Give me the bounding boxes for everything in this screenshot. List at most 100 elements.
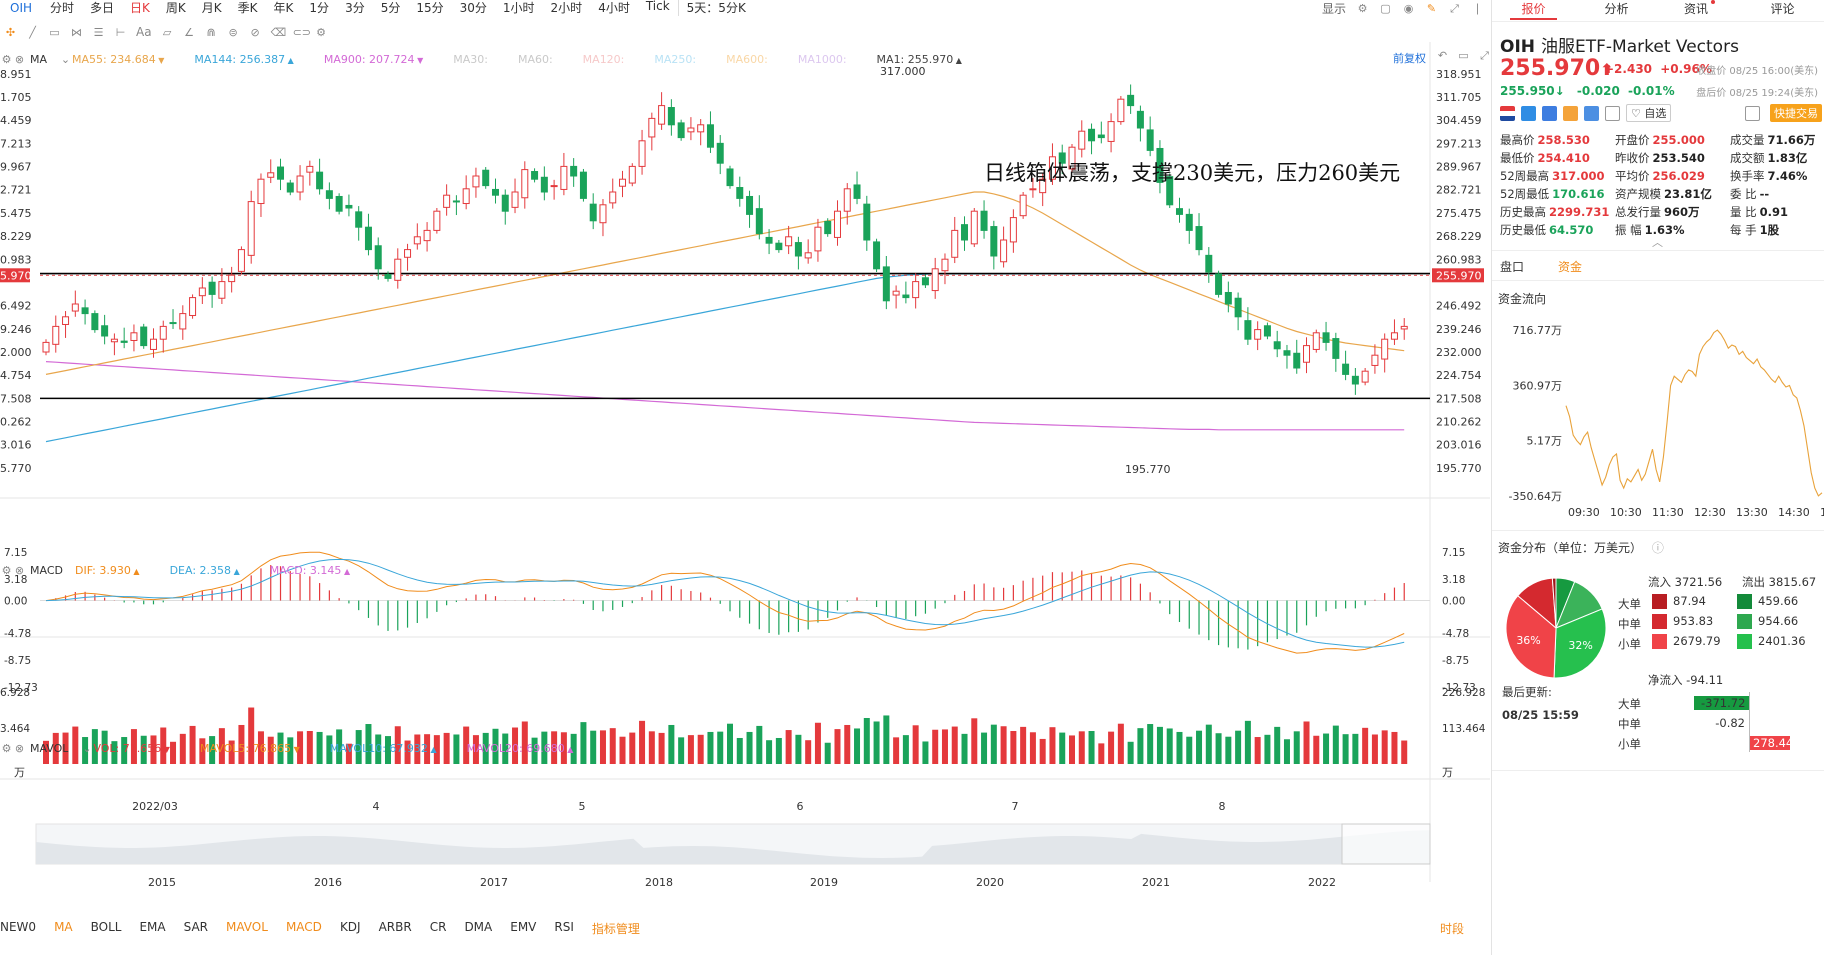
indicator-tab[interactable]: SAR bbox=[184, 920, 208, 937]
delete-icon[interactable]: ⌫ bbox=[271, 26, 287, 39]
vol-indicator-name[interactable]: MAVOL bbox=[30, 742, 68, 755]
period-tab[interactable]: 5天：5分K bbox=[677, 0, 754, 16]
legend-close-icon[interactable]: ⊗ bbox=[13, 53, 26, 66]
us-flag-icon[interactable] bbox=[1500, 105, 1515, 121]
indicator-tab[interactable]: 指标管理 bbox=[592, 920, 640, 937]
camera-icon[interactable]: ◉ bbox=[1402, 2, 1415, 15]
period-tab[interactable]: 4小时 bbox=[590, 0, 638, 16]
time-range-button[interactable]: 时段 bbox=[1440, 920, 1464, 937]
panel-tab[interactable]: 资讯 bbox=[1658, 0, 1741, 16]
rect-tool-icon[interactable]: ▭ bbox=[48, 26, 61, 39]
volume-bar bbox=[1381, 730, 1388, 764]
quick-trade-button[interactable]: 快捷交易 bbox=[1770, 104, 1822, 122]
display-dropdown[interactable]: 显示 bbox=[1322, 0, 1346, 17]
chevron-down-icon[interactable]: ⌄ bbox=[59, 53, 72, 66]
indicator-tab[interactable]: MAVOL bbox=[226, 920, 268, 937]
settings-icon[interactable]: ⚙ bbox=[1356, 2, 1369, 15]
period-tab[interactable]: 2小时 bbox=[543, 0, 591, 16]
indicator-tab[interactable]: EMV bbox=[510, 920, 536, 937]
period-tab[interactable]: 日K bbox=[122, 0, 158, 16]
tag-icon[interactable] bbox=[1584, 105, 1599, 121]
panel-subtab[interactable]: 资金 bbox=[1558, 258, 1582, 275]
toolbar-settings-icon[interactable]: ⚙ bbox=[315, 26, 328, 39]
panel-tab[interactable]: 分析 bbox=[1575, 0, 1658, 16]
fund-flow-chart[interactable]: 716.77万 360.97万 5.17万 -350.64万 09:30 10:30 11:… bbox=[1492, 312, 1824, 524]
period-tab[interactable]: 5分 bbox=[373, 0, 409, 16]
symbol-label[interactable]: OIH bbox=[10, 1, 32, 15]
macd-close-icon[interactable]: ⊗ bbox=[13, 564, 26, 577]
size-class-label: 小单 bbox=[1618, 637, 1641, 651]
period-tab[interactable]: 周K bbox=[158, 0, 194, 16]
indicator-tab[interactable]: RSI bbox=[554, 920, 574, 937]
macd-settings-icon[interactable]: ⚙ bbox=[0, 564, 13, 577]
help-icon[interactable]: ⓘ bbox=[1652, 541, 1664, 555]
note-icon[interactable] bbox=[1605, 105, 1620, 121]
indicator-tab[interactable]: CR bbox=[430, 920, 447, 937]
vol-settings-icon[interactable]: ⚙ bbox=[0, 742, 13, 755]
hide-icon[interactable]: ⊘ bbox=[249, 26, 262, 39]
draw-icon[interactable]: ✎ bbox=[1425, 2, 1438, 15]
volume-bar bbox=[619, 736, 626, 764]
indicator-tab[interactable]: NEW0 bbox=[0, 920, 36, 937]
indicator-tab[interactable]: MA bbox=[54, 920, 73, 937]
legend-settings-icon[interactable]: ⚙ bbox=[0, 53, 13, 66]
lock-icon[interactable]: ⊜ bbox=[227, 26, 240, 39]
expand-stats-chevron-icon[interactable]: ︿ bbox=[1652, 234, 1663, 250]
add-watchlist-button[interactable]: ♡ 自选 bbox=[1626, 104, 1672, 122]
flow-x-tick: 16:00 bbox=[1820, 506, 1824, 519]
indicator-tab[interactable]: DMA bbox=[464, 920, 492, 937]
chart-annotation[interactable]: 日线箱体震荡，支撑230美元，压力260美元 bbox=[984, 157, 1400, 187]
macd-indicator-name[interactable]: MACD bbox=[30, 564, 63, 577]
stat-item: 成交额 1.83亿 bbox=[1730, 150, 1822, 166]
period-list: 分时 多日 日K 周K 月K 季K 年K 1分 3分 5分 15分 30分 1小时 2小时 4小时 Tick 5… bbox=[42, 0, 754, 16]
indicator-tab[interactable]: KDJ bbox=[340, 920, 361, 937]
undo-icon[interactable]: ↶ bbox=[1436, 49, 1449, 62]
period-tab[interactable]: 季K bbox=[230, 0, 266, 16]
text-tool[interactable]: Aa bbox=[136, 25, 152, 39]
collapse-icon[interactable]: ❘ bbox=[1471, 2, 1484, 15]
main-indicator-name[interactable]: MA bbox=[30, 53, 47, 66]
measure-tool-icon[interactable]: ⊢ bbox=[114, 26, 127, 39]
layout-icon[interactable]: ▢ bbox=[1379, 2, 1392, 15]
panel-tab[interactable]: 报价 bbox=[1492, 0, 1575, 20]
candle bbox=[71, 303, 79, 312]
period-tab[interactable]: 30分 bbox=[452, 0, 495, 16]
s-badge-icon[interactable] bbox=[1542, 105, 1557, 121]
volume-bar bbox=[1020, 726, 1027, 764]
channel-tool-icon[interactable]: ☰ bbox=[92, 26, 105, 39]
adjust-mode[interactable]: 前复权 bbox=[1393, 50, 1426, 66]
indicator-tab[interactable]: MACD bbox=[286, 920, 322, 937]
comment-icon[interactable]: ▱ bbox=[161, 26, 174, 39]
magnet-icon[interactable]: ⋒ bbox=[205, 26, 218, 39]
period-tab[interactable]: 1小时 bbox=[495, 0, 543, 16]
period-tab[interactable]: 年K bbox=[266, 0, 302, 16]
pane-minimize-icon[interactable]: ▭ bbox=[1457, 49, 1470, 62]
angle-tool-icon[interactable]: ∠ bbox=[183, 26, 196, 39]
line-tool-icon[interactable]: ╱ bbox=[26, 26, 39, 39]
indicator-tab[interactable]: EMA bbox=[139, 920, 165, 937]
fullscreen-icon[interactable]: ⤢ bbox=[1448, 2, 1461, 15]
period-tab[interactable]: 分时 bbox=[42, 0, 82, 16]
signal-icon[interactable] bbox=[1563, 105, 1578, 121]
crosshair-icon[interactable]: ✣ bbox=[4, 26, 17, 39]
indicator-tab[interactable]: BOLL bbox=[91, 920, 122, 937]
period-tab[interactable]: 3分 bbox=[337, 0, 373, 16]
candle bbox=[912, 281, 920, 299]
indicator-tab[interactable]: ARBR bbox=[379, 920, 412, 937]
panel-tab[interactable]: 评论 bbox=[1741, 0, 1824, 16]
period-tab[interactable]: 1分 bbox=[301, 0, 337, 16]
lightning-icon[interactable] bbox=[1521, 105, 1536, 121]
vol-close-icon[interactable]: ⊗ bbox=[13, 742, 26, 755]
period-tab[interactable]: 多日 bbox=[82, 0, 122, 16]
period-tab[interactable]: 月K bbox=[194, 0, 230, 16]
vol-chevron-down-icon[interactable]: ⌄ bbox=[80, 742, 93, 755]
pane-expand-icon[interactable]: ⤢ bbox=[1478, 49, 1491, 62]
period-tab[interactable]: 15分 bbox=[408, 0, 451, 16]
period-tab[interactable]: Tick bbox=[638, 0, 678, 16]
link-icon[interactable]: ⊂⊃ bbox=[293, 26, 311, 39]
panel-subtab[interactable]: 盘口 bbox=[1500, 258, 1524, 275]
fib-tool-icon[interactable]: ⋈ bbox=[70, 26, 83, 39]
kline-chart[interactable]: 318.951 8.951 311.705 1.705 304.459 4.459 297.… bbox=[0, 42, 1490, 922]
bell-icon[interactable] bbox=[1745, 106, 1760, 121]
candle bbox=[1146, 129, 1154, 151]
